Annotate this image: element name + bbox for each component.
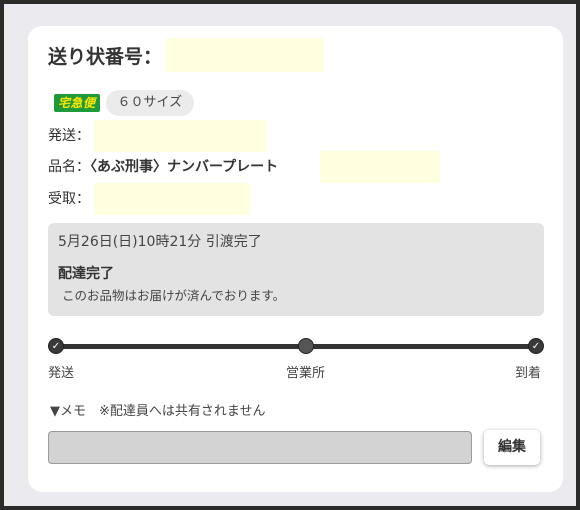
stop-arrived-icon: ✓ xyxy=(528,338,544,354)
sender-field: 発送： xyxy=(48,120,90,152)
progress-line xyxy=(57,344,535,349)
stop-office-label: 営業所 xyxy=(286,366,326,381)
sender-redacted xyxy=(94,120,266,152)
sender-label: 発送： xyxy=(48,128,90,144)
window-frame: 送り状番号： 宅急便 ６０サイズ 発送： 品名：〈あぶ刑事〉ナンバープレート 受… xyxy=(4,4,576,506)
status-description: このお品物はお届けが済んでおります。 xyxy=(62,288,286,303)
status-timestamp: 5月26日(日)10時21分 引渡完了 xyxy=(58,234,262,250)
stop-arrived-label: 到着 xyxy=(515,366,542,381)
stop-office-icon xyxy=(298,338,314,354)
tracking-number-label: 送り状番号： xyxy=(48,46,163,68)
item-label: 品名： xyxy=(48,159,90,175)
tracking-card: 送り状番号： 宅急便 ６０サイズ 発送： 品名：〈あぶ刑事〉ナンバープレート 受… xyxy=(28,26,563,492)
stop-sent-icon: ✓ xyxy=(48,338,64,354)
stop-sent-label: 発送 xyxy=(48,366,75,381)
item-field: 品名：〈あぶ刑事〉ナンバープレート xyxy=(48,151,278,183)
receiver-field: 受取： xyxy=(48,183,90,215)
status-box: 5月26日(日)10時21分 引渡完了 配達完了 このお品物はお届けが済んでおり… xyxy=(48,223,544,316)
receiver-redacted xyxy=(94,183,250,215)
item-name: 〈あぶ刑事〉ナンバープレート xyxy=(90,159,279,175)
item-redacted xyxy=(320,151,440,183)
size-badge: ６０サイズ xyxy=(105,90,195,116)
memo-input[interactable] xyxy=(48,431,472,464)
status-title: 配達完了 xyxy=(58,266,114,282)
delivery-progress: ✓ ✓ 発送 営業所 到着 xyxy=(48,338,544,381)
takkyubin-logo: 宅急便 xyxy=(54,94,100,112)
memo-label: ▼メモ ※配達員へは共有されません xyxy=(50,404,266,419)
tracking-number-redacted xyxy=(166,38,324,72)
receiver-label: 受取： xyxy=(48,191,90,207)
service-row: 宅急便 ６０サイズ xyxy=(54,90,195,116)
edit-button[interactable]: 編集 xyxy=(484,430,540,465)
